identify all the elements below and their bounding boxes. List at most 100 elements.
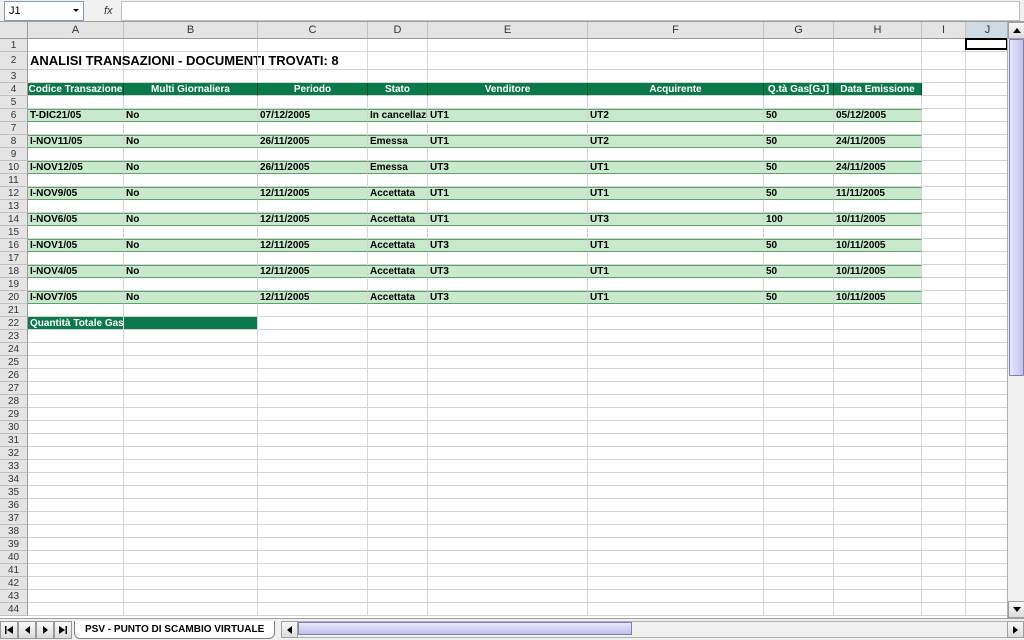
cell[interactable]: 12/11/2005 <box>258 239 368 252</box>
cell[interactable] <box>588 395 764 408</box>
cell[interactable] <box>764 96 834 109</box>
cell[interactable]: No <box>124 135 258 148</box>
cell[interactable] <box>922 434 966 447</box>
cell[interactable] <box>258 421 368 434</box>
cell[interactable] <box>966 577 1007 590</box>
row-header[interactable]: 32 <box>0 447 28 460</box>
cell[interactable]: UT1 <box>428 135 588 148</box>
cell[interactable] <box>834 434 922 447</box>
cell[interactable] <box>922 70 966 83</box>
cell[interactable]: I-NOV4/05 <box>28 265 124 278</box>
cell[interactable] <box>258 408 368 421</box>
cell[interactable] <box>588 577 764 590</box>
cell[interactable] <box>764 538 834 551</box>
scroll-thumb-horizontal[interactable] <box>298 622 631 635</box>
cell[interactable] <box>834 304 922 317</box>
cell[interactable] <box>922 187 966 200</box>
cell[interactable] <box>834 330 922 343</box>
cell[interactable] <box>588 564 764 577</box>
cell[interactable] <box>368 577 428 590</box>
cell[interactable] <box>588 252 764 265</box>
row-header[interactable]: 16 <box>0 239 28 252</box>
cell[interactable] <box>966 226 1007 239</box>
column-header-F[interactable]: F <box>588 22 764 39</box>
cell[interactable] <box>428 369 588 382</box>
cell[interactable] <box>834 356 922 369</box>
cell[interactable] <box>428 434 588 447</box>
cell[interactable] <box>258 278 368 291</box>
cell[interactable] <box>124 330 258 343</box>
cell[interactable] <box>922 96 966 109</box>
cell[interactable]: 10/11/2005 <box>834 239 922 252</box>
cell[interactable]: No <box>124 239 258 252</box>
column-header-C[interactable]: C <box>258 22 368 39</box>
cell[interactable] <box>764 356 834 369</box>
cell[interactable] <box>764 395 834 408</box>
cell[interactable] <box>368 52 428 70</box>
cell[interactable] <box>966 304 1007 317</box>
scroll-up-button[interactable] <box>1008 22 1024 39</box>
cell[interactable]: I-NOV6/05 <box>28 213 124 226</box>
formula-input[interactable] <box>121 1 1020 21</box>
cell[interactable] <box>834 590 922 603</box>
cell[interactable]: 50 <box>764 109 834 122</box>
cell[interactable] <box>124 460 258 473</box>
cell[interactable] <box>588 317 764 330</box>
cell[interactable] <box>124 52 258 70</box>
cell[interactable] <box>368 473 428 486</box>
cell[interactable] <box>28 577 124 590</box>
cell[interactable] <box>428 343 588 356</box>
cell[interactable] <box>922 252 966 265</box>
cell[interactable] <box>588 369 764 382</box>
cell[interactable]: 50 <box>764 187 834 200</box>
cell[interactable] <box>28 304 124 317</box>
cell[interactable]: 10/11/2005 <box>834 291 922 304</box>
cell[interactable] <box>124 408 258 421</box>
cell[interactable] <box>258 70 368 83</box>
row-header[interactable]: 37 <box>0 512 28 525</box>
cell[interactable] <box>28 252 124 265</box>
cell[interactable]: Acquirente <box>588 83 764 96</box>
cell[interactable] <box>28 590 124 603</box>
cell[interactable] <box>258 525 368 538</box>
cell[interactable] <box>28 473 124 486</box>
cell[interactable]: 07/12/2005 <box>258 109 368 122</box>
cell[interactable] <box>922 291 966 304</box>
cell[interactable] <box>258 39 368 52</box>
cell[interactable] <box>834 447 922 460</box>
cell[interactable] <box>28 434 124 447</box>
cell[interactable] <box>428 174 588 187</box>
cell[interactable] <box>124 421 258 434</box>
cell[interactable] <box>258 252 368 265</box>
cell[interactable] <box>966 239 1007 252</box>
cell[interactable] <box>428 200 588 213</box>
cell[interactable] <box>588 434 764 447</box>
cell[interactable] <box>368 70 428 83</box>
cell[interactable] <box>368 343 428 356</box>
row-header[interactable]: 9 <box>0 148 28 161</box>
cell[interactable] <box>258 499 368 512</box>
cell[interactable] <box>428 408 588 421</box>
cell[interactable]: Accettata <box>368 291 428 304</box>
cell[interactable]: 10/11/2005 <box>834 213 922 226</box>
cell[interactable] <box>28 499 124 512</box>
cell[interactable] <box>834 226 922 239</box>
row-header[interactable]: 13 <box>0 200 28 213</box>
cell[interactable] <box>28 369 124 382</box>
cell[interactable]: 26/11/2005 <box>258 161 368 174</box>
cell[interactable] <box>834 551 922 564</box>
cell[interactable] <box>258 460 368 473</box>
cell[interactable] <box>368 460 428 473</box>
cell[interactable] <box>764 434 834 447</box>
cell[interactable]: UT3 <box>588 213 764 226</box>
cell[interactable]: 11/11/2005 <box>834 187 922 200</box>
row-header[interactable]: 34 <box>0 473 28 486</box>
cell[interactable] <box>966 395 1007 408</box>
cell[interactable] <box>966 369 1007 382</box>
cell[interactable] <box>588 39 764 52</box>
scroll-thumb-vertical[interactable] <box>1009 39 1024 376</box>
cell[interactable] <box>124 304 258 317</box>
cell[interactable] <box>922 135 966 148</box>
cell[interactable]: 50 <box>764 291 834 304</box>
cell[interactable]: 24/11/2005 <box>834 135 922 148</box>
